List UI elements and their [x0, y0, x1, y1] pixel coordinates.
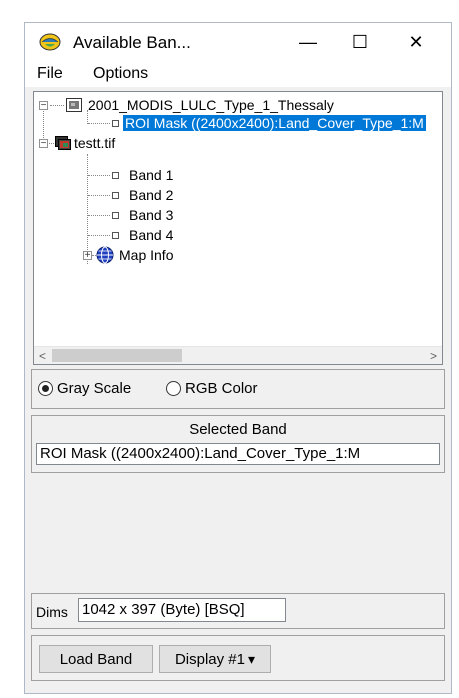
maximize-button[interactable]: ☐	[339, 27, 381, 57]
collapse-icon[interactable]: −	[39, 100, 48, 110]
gray-scale-radio[interactable]: Gray Scale	[38, 380, 131, 397]
tree-connector	[88, 235, 110, 237]
expand-icon[interactable]: +	[83, 250, 92, 260]
selected-band-field: ROI Mask ((2400x2400):Land_Cover_Type_1:…	[36, 443, 440, 465]
rgb-color-label: RGB Color	[185, 380, 258, 397]
close-icon: ✕	[408, 31, 424, 52]
band-label-1: Band 1	[129, 167, 174, 183]
band-label-2: Band 2	[129, 187, 174, 203]
menu-file[interactable]: File	[37, 65, 63, 83]
band-leaf-icon	[112, 119, 119, 127]
dims-group: Dims 1042 x 397 (Byte) [BSQ]	[31, 593, 445, 629]
title-bar[interactable]: Available Ban... — ☐ ✕	[25, 23, 451, 61]
chevron-down-icon: ▾	[248, 650, 256, 667]
tree-connector	[49, 142, 54, 144]
band-leaf-icon	[112, 231, 119, 239]
scroll-left-icon[interactable]: <	[34, 347, 51, 364]
tree-connector	[50, 104, 64, 106]
tree-connector	[88, 123, 110, 125]
maximize-icon: ☐	[351, 31, 369, 52]
minimize-icon: —	[299, 31, 317, 52]
tree-band-3[interactable]: Band 3	[112, 205, 173, 225]
globe-icon	[96, 246, 114, 264]
horizontal-scrollbar[interactable]: < >	[34, 346, 442, 364]
band-leaf-icon	[112, 211, 119, 219]
minimize-button[interactable]: —	[287, 27, 329, 57]
collapse-icon[interactable]: −	[39, 138, 48, 148]
band-leaf-icon	[112, 171, 119, 179]
tree-band-roi-mask[interactable]: ROI Mask ((2400x2400):Land_Cover_Type_1:…	[112, 113, 426, 133]
band-label-4: Band 4	[129, 227, 174, 243]
display-label: Display #1	[174, 650, 245, 668]
band-tree[interactable]: − 2001_MODIS_LULC_Type_1_Thessaly ROI Ma…	[33, 91, 443, 365]
tree-map-info[interactable]: + Map Info	[83, 245, 173, 265]
band-label-roi-mask: ROI Mask ((2400x2400):Land_Cover_Type_1:…	[123, 115, 426, 131]
tree-band-1[interactable]: Band 1	[112, 165, 173, 185]
button-group: Load Band Display #1 ▾	[31, 635, 445, 681]
radio-selected-icon	[38, 381, 53, 396]
multiband-file-icon	[55, 136, 71, 150]
dims-field: 1042 x 397 (Byte) [BSQ]	[78, 598, 286, 622]
tree-connector	[88, 195, 110, 197]
close-button[interactable]: ✕	[395, 27, 437, 57]
available-bands-window: Available Ban... — ☐ ✕ File Options − 20…	[24, 22, 452, 694]
scroll-thumb[interactable]	[52, 349, 182, 362]
load-band-label: Load Band	[59, 650, 133, 668]
gray-scale-label: Gray Scale	[57, 380, 132, 397]
tree-band-4[interactable]: Band 4	[112, 225, 173, 245]
radio-unselected-icon	[166, 381, 181, 396]
tree-band-2[interactable]: Band 2	[112, 185, 173, 205]
load-band-button[interactable]: Load Band	[39, 645, 153, 673]
tree-connector	[88, 215, 110, 217]
tree-connector	[88, 175, 110, 177]
map-info-label: Map Info	[119, 247, 174, 263]
rgb-color-radio[interactable]: RGB Color	[166, 380, 258, 397]
band-label-3: Band 3	[129, 207, 174, 223]
band-leaf-icon	[112, 191, 119, 199]
tree-file-modis[interactable]: − 2001_MODIS_LULC_Type_1_Thessaly	[39, 95, 334, 115]
selected-band-group: Selected Band ROI Mask ((2400x2400):Land…	[31, 415, 445, 473]
selected-band-title: Selected Band	[189, 421, 287, 438]
window-title: Available Ban...	[73, 33, 191, 52]
color-mode-group: Gray Scale RGB Color	[31, 369, 445, 409]
file-name-modis: 2001_MODIS_LULC_Type_1_Thessaly	[88, 97, 334, 113]
tree-file-testt[interactable]: − testt.tif	[39, 133, 115, 153]
envi-app-icon	[39, 32, 61, 52]
file-name-testt: testt.tif	[74, 135, 116, 151]
dims-label: Dims	[36, 604, 68, 620]
display-dropdown-button[interactable]: Display #1 ▾	[159, 645, 271, 673]
scroll-right-icon[interactable]: >	[425, 347, 442, 364]
menu-options[interactable]: Options	[93, 65, 148, 83]
menu-bar: File Options	[25, 61, 451, 87]
raster-file-icon	[66, 98, 82, 112]
